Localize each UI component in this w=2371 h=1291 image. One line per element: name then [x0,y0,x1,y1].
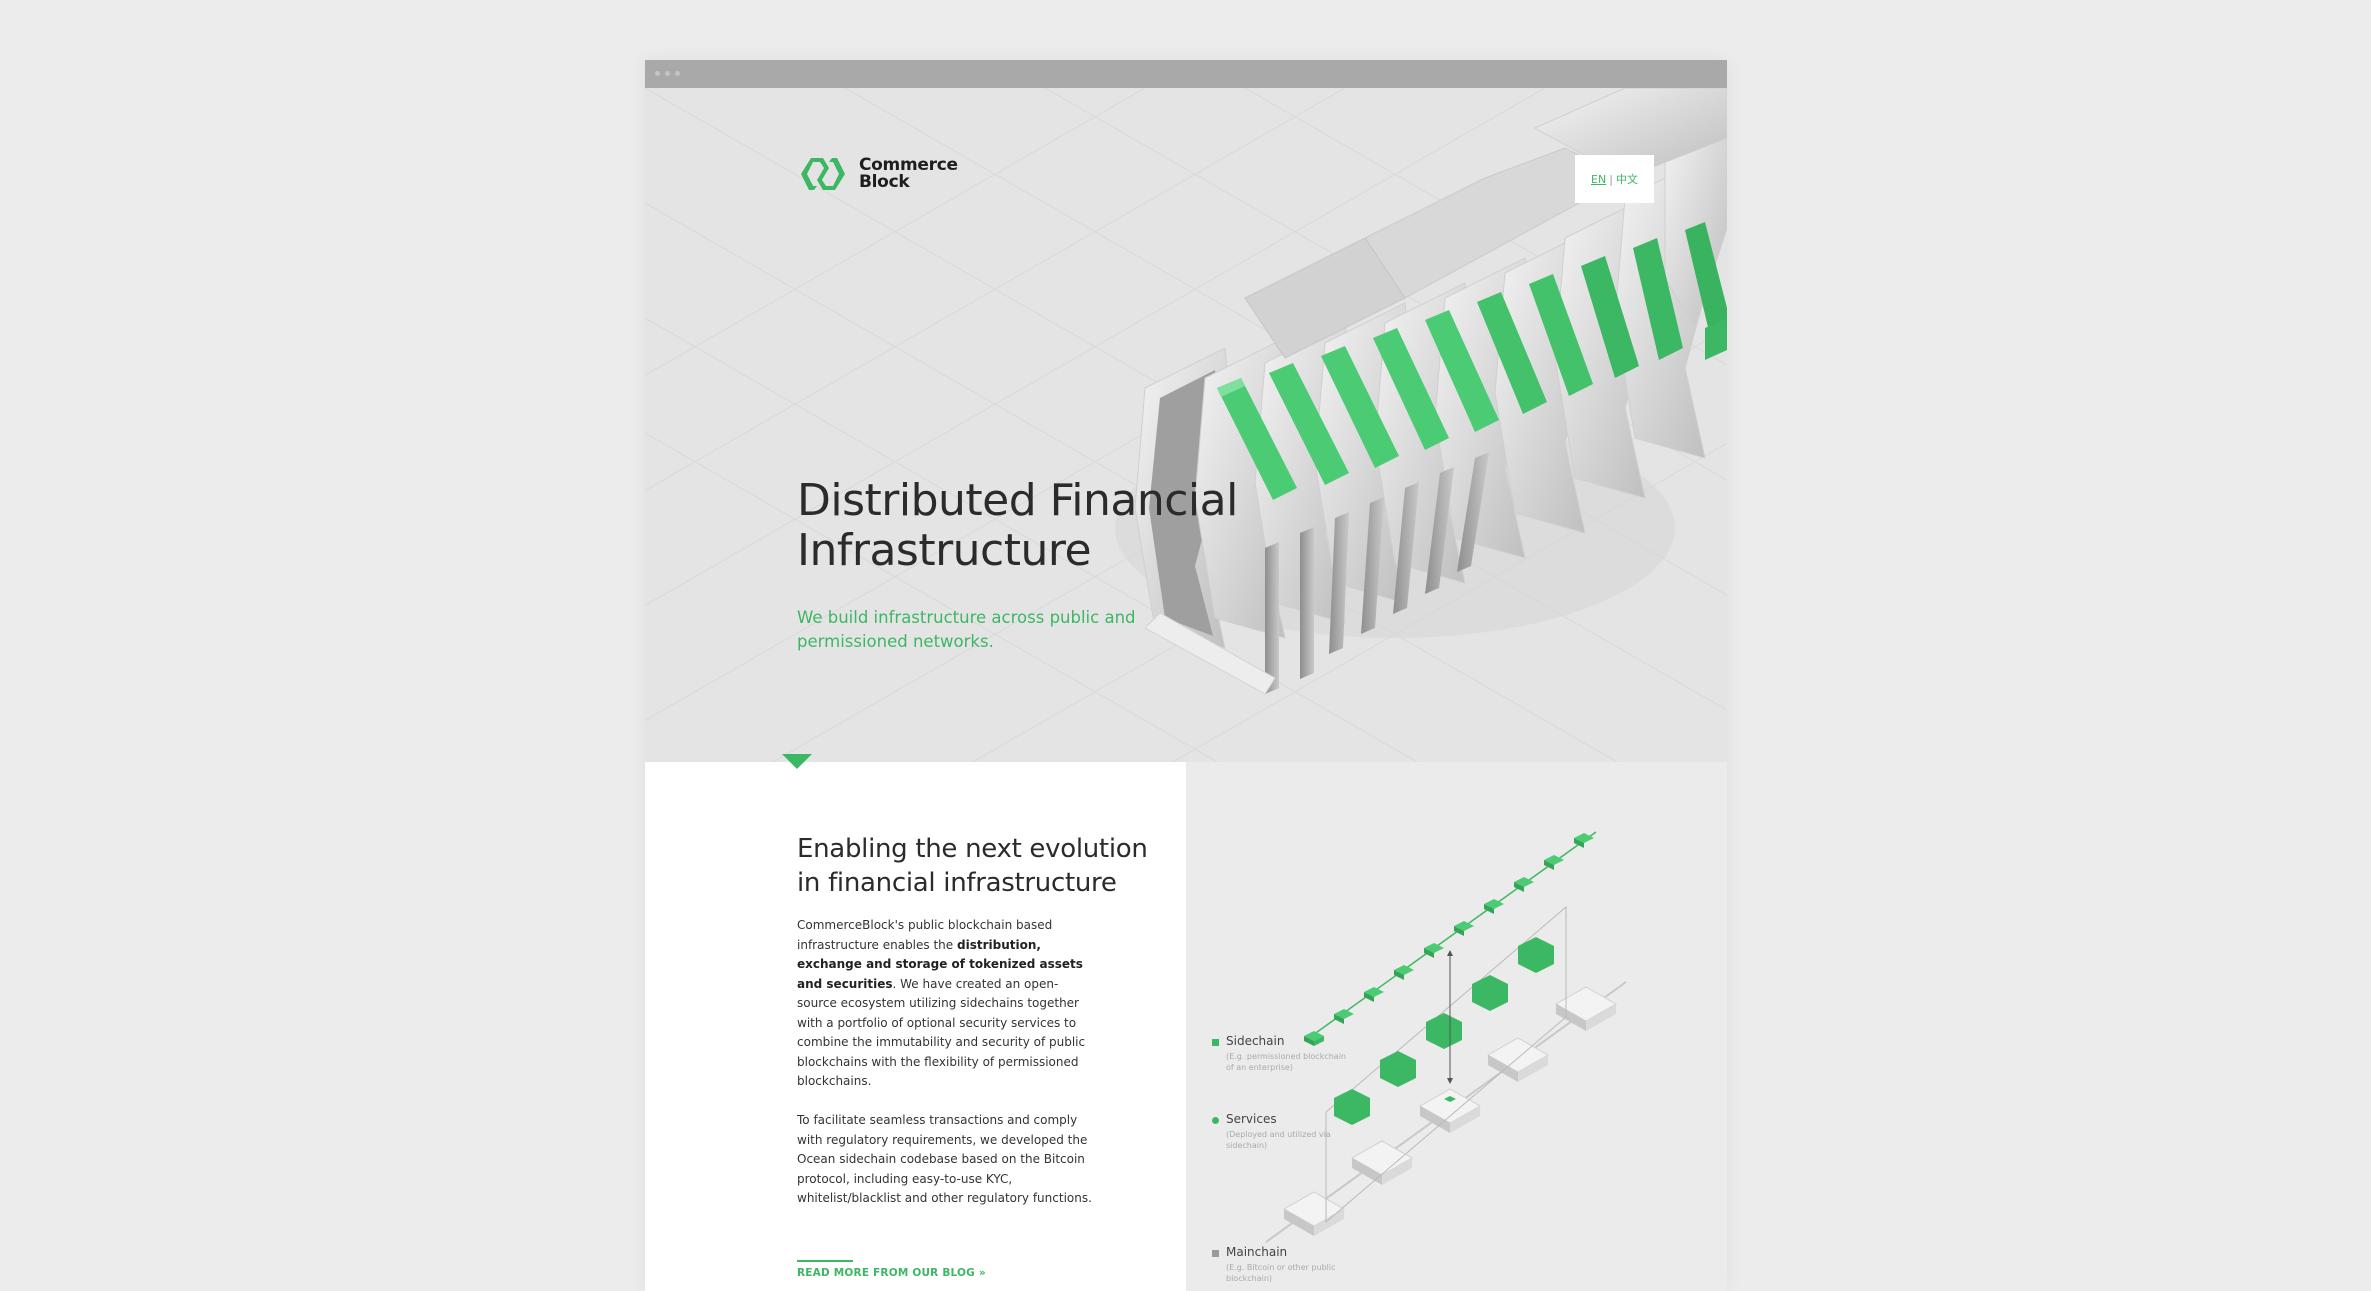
mainchain-square-icon [1212,1250,1219,1257]
intro-paragraph-2: To facilitate seamless transactions and … [797,1113,1092,1205]
section-pointer-icon [782,754,812,769]
window-dot-icon [665,71,670,76]
intro-p1-end: . We have created an open-source ecosyst… [797,976,1086,1089]
section-title-line1: Enabling the next evolution [797,834,1148,864]
section-title: Enabling the next evolution in financial… [797,832,1177,900]
section-title-line2: in financial infrastructure [797,868,1117,898]
brand-logo[interactable]: Commerce Block [797,154,958,194]
intro-section: Enabling the next evolution in financial… [645,762,1186,1291]
read-more-divider [797,1260,853,1262]
legend-mainchain-note: (E.g. Bitcoin or other public blockchain… [1226,1263,1336,1283]
browser-titlebar [645,60,1727,88]
language-zh-link[interactable]: 中文 [1616,171,1638,187]
brand-name: Commerce Block [859,157,958,191]
chain-link-hexagon-icon [801,158,845,190]
legend-services-name: Services [1226,1112,1277,1126]
language-en-link[interactable]: EN [1591,173,1606,186]
architecture-diagram: Sidechain (E.g. permissioned blockchain … [1186,762,1727,1291]
hero-title-line2: Infrastructure [797,525,1092,576]
hero-subtitle: We build infrastructure across public an… [797,608,1136,651]
browser-window: Commerce Block EN | 中文 Distributed Finan… [645,60,1727,1291]
hero-section: Commerce Block EN | 中文 Distributed Finan… [645,88,1727,762]
legend-mainchain-name: Mainchain [1226,1245,1288,1259]
window-dot-icon [655,71,660,76]
read-more-blog-link[interactable]: READ MORE FROM OUR BLOG » [797,1267,986,1279]
sidechain-square-icon [1212,1039,1219,1046]
sidechain-blocks [1304,833,1594,1046]
legend-services-note: (Deployed and utilized via sidechain) [1226,1130,1331,1150]
window-dot-icon [675,71,680,76]
architecture-diagram-graphic [1265,831,1627,1243]
language-switcher: EN | 中文 [1575,155,1654,203]
legend-sidechain-name: Sidechain [1226,1034,1285,1048]
hero-title: Distributed Financial Infrastructure [797,476,1357,576]
brand-name-line2: Block [859,172,910,192]
hero-title-line1: Distributed Financial [797,475,1238,526]
language-separator: | [1609,172,1613,186]
services-dot-icon [1212,1117,1219,1124]
legend-sidechain-note: (E.g. permissioned blockchain of an ente… [1226,1052,1347,1072]
intro-paragraph-1: CommerceBlock's public blockchain based … [797,916,1097,1092]
